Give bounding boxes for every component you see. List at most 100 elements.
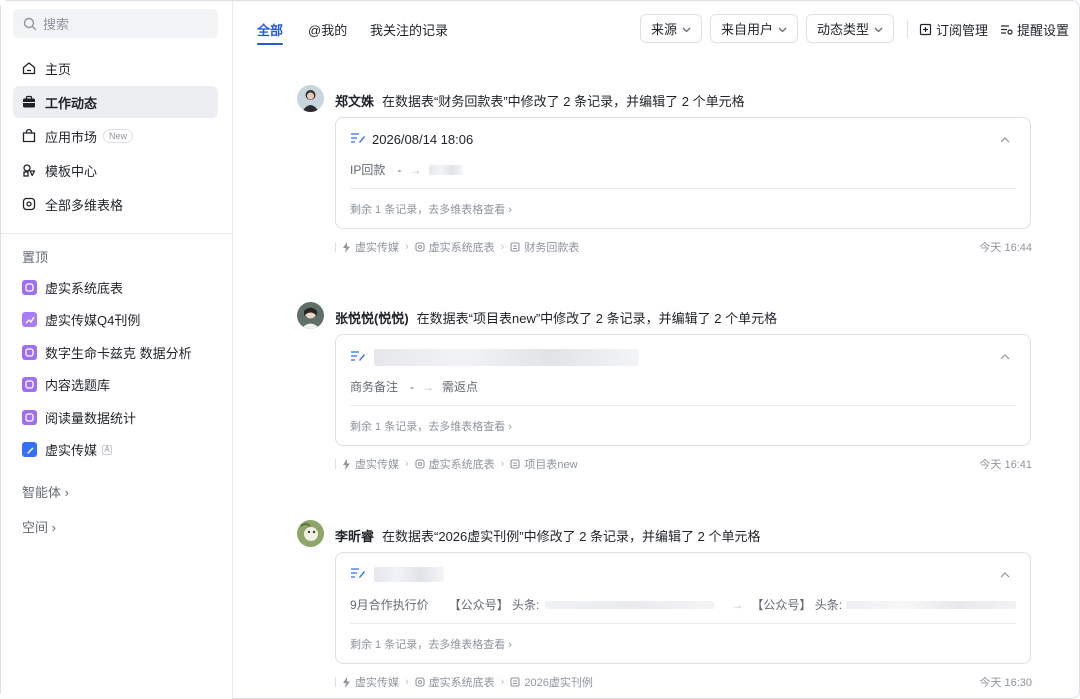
table-icon xyxy=(510,677,520,687)
pinned-item-label: 虚实传媒Q4刊例 xyxy=(45,313,141,328)
template-icon xyxy=(21,162,37,178)
main-nav: 主页 工作动态 应用市场 New 模板中心 全部多维表格 xyxy=(13,52,218,222)
chevron-up-icon[interactable] xyxy=(1000,349,1010,363)
record-card[interactable]: 9月合作执行价 【公众号】 头条: → 【公众号】 头条: 剩余 1 条记录，去… xyxy=(335,552,1031,664)
activity-headline: 李昕睿 在数据表“2026虚实刊例”中修改了 2 条记录，并编辑了 2 个单元格 xyxy=(335,526,761,545)
base-icon xyxy=(415,459,425,469)
view-remaining-link[interactable]: 剩余 1 条记录，去多维表格查看 › xyxy=(350,418,512,434)
breadcrumb-label: 虚实传媒 xyxy=(355,459,399,471)
avatar[interactable] xyxy=(297,85,324,112)
doc-app-icon xyxy=(22,442,37,457)
old-value: 【公众号】 头条: xyxy=(448,598,540,612)
table-icon xyxy=(510,242,520,252)
record-card[interactable]: 2026/08/14 18:06 IP回款 - → 剩余 1 条记录，去多维表格… xyxy=(335,117,1031,229)
agents-link[interactable]: 智能体 › xyxy=(22,482,69,501)
user-name[interactable]: 李昕睿 xyxy=(335,529,374,544)
pinned-item[interactable]: 虚实系统底表 xyxy=(13,271,218,303)
redacted-value xyxy=(429,164,464,175)
pinned-item-label: 虚实传媒 xyxy=(45,443,98,458)
pinned-item[interactable]: 数字生命卡兹克 数据分析 xyxy=(13,336,218,368)
breadcrumb-base[interactable]: 虚实系统底表 xyxy=(415,674,495,690)
breadcrumb-label: 虚实系统底表 xyxy=(428,459,495,471)
tab-all[interactable]: 全部 xyxy=(257,20,283,39)
base-icon xyxy=(415,242,425,252)
chevron-right-icon: › xyxy=(500,458,505,470)
field-change: 商务备注 - → 需返点 xyxy=(350,378,478,395)
base-app-icon xyxy=(22,344,37,360)
activity-headline: 郑文姝 在数据表“财务回款表”中修改了 2 条记录，并编辑了 2 个单元格 xyxy=(335,91,745,110)
user-name[interactable]: 张悦悦(悦悦) xyxy=(335,311,409,326)
breadcrumb: 虚实传媒 › 虚实系统底表 › 2026虚实刊例 xyxy=(335,674,593,690)
nav-item-label: 模板中心 xyxy=(45,163,98,179)
breadcrumb-base[interactable]: 虚实系统底表 xyxy=(415,239,495,255)
redacted-record-title xyxy=(374,567,444,582)
chevron-down-icon xyxy=(874,21,883,36)
subscribe-icon xyxy=(919,23,932,36)
chevron-right-icon: › xyxy=(405,676,409,688)
breadcrumb-workspace[interactable]: 虚实传媒 xyxy=(342,456,399,472)
sidebar: 搜索 主页 工作动态 应用市场 New 模板中心 全部多维表格 置顶 虚实系统底… xyxy=(1,1,233,699)
nav-item-home[interactable]: 主页 xyxy=(13,52,218,84)
activity-text: 在数据表“财务回款表”中修改了 2 条记录，并编辑了 2 个单元格 xyxy=(382,94,745,109)
arrow-right-icon: → xyxy=(422,379,435,394)
pinned-item[interactable]: 虚实传媒 A xyxy=(13,434,218,466)
lightning-icon xyxy=(343,241,350,253)
new-value: 需返点 xyxy=(442,380,479,394)
chart-app-icon xyxy=(22,312,37,327)
nav-item-label: 主页 xyxy=(45,61,72,77)
table-icon xyxy=(510,459,520,469)
user-filter-label: 来自用户 xyxy=(721,22,774,37)
old-value: - xyxy=(410,379,415,394)
breadcrumb-bar xyxy=(335,677,336,687)
tab-underline xyxy=(257,43,283,45)
activity-item: 李昕睿 在数据表“2026虚实刊例”中修改了 2 条记录，并编辑了 2 个单元格 … xyxy=(297,520,1032,695)
nav-item-templates[interactable]: 模板中心 xyxy=(13,154,218,186)
type-filter-label: 动态类型 xyxy=(817,22,870,37)
search-placeholder: 搜索 xyxy=(43,17,70,32)
card-divider xyxy=(350,405,1016,406)
pinned-item[interactable]: 阅读量数据统计 xyxy=(13,401,218,433)
field-name: IP回款 xyxy=(350,163,386,177)
breadcrumb-label: 虚实系统底表 xyxy=(428,242,495,254)
record-card[interactable]: 商务备注 - → 需返点 剩余 1 条记录，去多维表格查看 › xyxy=(335,334,1031,446)
source-filter[interactable]: 来源 xyxy=(640,14,703,43)
user-filter[interactable]: 来自用户 xyxy=(710,14,799,43)
avatar[interactable] xyxy=(297,520,324,547)
external-mark-icon: A xyxy=(102,444,113,455)
chevron-up-icon[interactable] xyxy=(1000,132,1010,146)
timestamp: 今天 16:30 xyxy=(979,677,1032,689)
breadcrumb-label: 虚实系统底表 xyxy=(428,677,495,689)
subscribe-settings-button[interactable]: 订阅管理 xyxy=(919,20,988,39)
pinned-item[interactable]: 虚实传媒Q4刊例 xyxy=(13,304,218,336)
breadcrumb-workspace[interactable]: 虚实传媒 xyxy=(342,239,399,255)
reminder-settings-button[interactable]: 提醒设置 xyxy=(1000,20,1069,39)
nav-item-activity[interactable]: 工作动态 xyxy=(13,86,218,118)
record-header: 2026/08/14 18:06 xyxy=(350,132,473,147)
user-name[interactable]: 郑文姝 xyxy=(335,94,374,109)
breadcrumb-base[interactable]: 虚实系统底表 xyxy=(415,456,495,472)
avatar[interactable] xyxy=(297,302,324,329)
space-link[interactable]: 空间 › xyxy=(22,517,56,536)
view-remaining-link[interactable]: 剩余 1 条记录，去多维表格查看 › xyxy=(350,201,512,217)
breadcrumb-table[interactable]: 财务回款表 xyxy=(510,239,579,255)
breadcrumb-label: 2026虚实刊例 xyxy=(524,677,593,689)
breadcrumb-table[interactable]: 项目表new xyxy=(510,456,578,472)
type-filter[interactable]: 动态类型 xyxy=(806,14,895,43)
chevron-up-icon[interactable] xyxy=(1000,567,1010,581)
pinned-list: 虚实系统底表 虚实传媒Q4刊例 数字生命卡兹克 数据分析 内容选题库 阅读量数据… xyxy=(13,271,218,466)
nav-item-all-bases[interactable]: 全部多维表格 xyxy=(13,188,218,220)
record-header xyxy=(350,567,444,582)
search-input[interactable]: 搜索 xyxy=(13,9,218,38)
view-remaining-link[interactable]: 剩余 1 条记录，去多维表格查看 › xyxy=(350,636,512,652)
arrow-right-icon: → xyxy=(409,162,422,177)
tab-mentions[interactable]: @我的 xyxy=(308,20,347,39)
card-divider xyxy=(350,623,1016,624)
nav-item-market[interactable]: 应用市场 New xyxy=(13,120,218,152)
new-value: 【公众号】 头条: xyxy=(751,598,843,612)
arrow-right-icon: → xyxy=(731,597,744,612)
breadcrumb-workspace[interactable]: 虚实传媒 xyxy=(342,674,399,690)
breadcrumb-table[interactable]: 2026虚实刊例 xyxy=(510,674,593,690)
pinned-item[interactable]: 内容选题库 xyxy=(13,369,218,401)
new-badge: New xyxy=(103,129,134,143)
tab-followed[interactable]: 我关注的记录 xyxy=(370,20,448,39)
